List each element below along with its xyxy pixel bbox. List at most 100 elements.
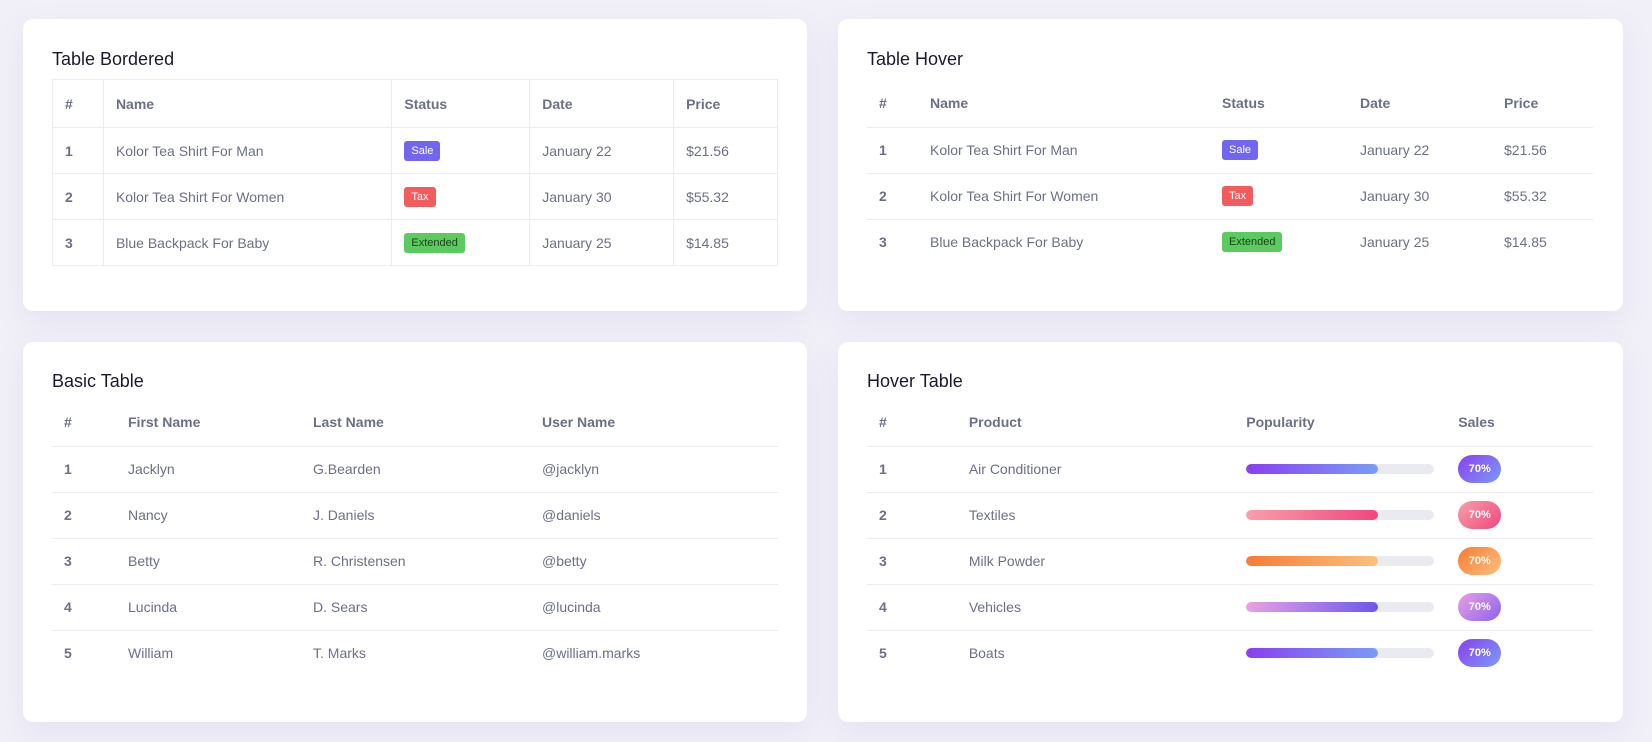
price-cell: $21.56 (673, 127, 778, 174)
table-row[interactable]: 2 Nancy J. Daniels @daniels (52, 491, 778, 538)
date-cell: January 25 (1348, 218, 1492, 265)
user-name: @william.marks (530, 629, 778, 676)
column-header: Sales (1458, 413, 1495, 430)
product-name: Blue Backpack For Baby (102, 219, 393, 266)
sales-badge: 70% (1458, 593, 1502, 621)
price-cell: $55.32 (1492, 172, 1593, 219)
sales-cell: 70% (1446, 537, 1593, 584)
product-name: Vehicles (956, 583, 1235, 630)
user-name: @daniels (530, 491, 778, 538)
table-row[interactable]: 3 Blue Backpack For Baby Extended Januar… (867, 218, 1593, 265)
column-header: # (64, 413, 72, 430)
table-header-row: # Name Status Date Price (52, 79, 778, 128)
status-badge: Extended (1222, 232, 1283, 253)
row-index: 3 (52, 219, 104, 266)
popularity-bar (1246, 648, 1435, 659)
popularity-bar-fill (1246, 602, 1378, 612)
popularity-bar (1246, 510, 1435, 520)
column-header: Date (1360, 94, 1391, 111)
popularity-bar (1246, 464, 1435, 474)
row-index: 4 (867, 583, 957, 630)
status-badge: Tax (1222, 186, 1254, 206)
table-row[interactable]: 1 Kolor Tea Shirt For Man Sale January 2… (52, 127, 778, 174)
table-row[interactable]: 2 Textiles 70% (867, 491, 1593, 538)
row-index: 1 (52, 445, 116, 492)
product-name: Kolor Tea Shirt For Women (102, 173, 393, 220)
status-cell: Extended (391, 219, 531, 266)
table-row[interactable]: 2 Kolor Tea Shirt For Women Tax January … (52, 173, 778, 220)
last-name: R. Christensen (301, 537, 530, 584)
table-row[interactable]: 1 Air Conditioner 70% (867, 445, 1593, 492)
table-row[interactable]: 5 Boats 70% (867, 629, 1593, 676)
card-title: Table Hover (867, 49, 964, 69)
row-index: 2 (52, 173, 104, 220)
product-name: Kolor Tea Shirt For Women (918, 172, 1210, 219)
row-index: 4 (52, 583, 116, 630)
row-index: 1 (867, 445, 957, 492)
column-header: # (879, 94, 887, 111)
product-name: Blue Backpack For Baby (918, 218, 1210, 265)
user-name: @lucinda (530, 583, 778, 630)
last-name: G.Bearden (301, 445, 530, 492)
popularity-cell (1234, 491, 1447, 538)
table-row[interactable]: 3 Blue Backpack For Baby Extended Januar… (52, 219, 778, 266)
date-cell: January 30 (529, 173, 675, 220)
status-badge: Sale (1222, 140, 1259, 160)
popularity-bar (1246, 602, 1435, 612)
table-row[interactable]: 1 Jacklyn G.Bearden @jacklyn (52, 445, 778, 492)
table-header-row: # Name Status Date Price (867, 79, 1593, 127)
user-name: @jacklyn (530, 445, 778, 492)
product-name: Air Conditioner (956, 445, 1235, 492)
sales-cell: 70% (1446, 629, 1593, 676)
column-header: # (52, 79, 104, 128)
row-index: 1 (867, 126, 918, 173)
column-header: Last Name (313, 413, 384, 430)
row-index: 2 (867, 172, 918, 219)
column-header: Price (1504, 94, 1539, 111)
status-cell: Tax (1210, 172, 1348, 219)
table-bordered-card: Table Bordered # Name Status Date Price … (23, 19, 807, 311)
sales-badge: 70% (1458, 639, 1502, 668)
price-cell: $55.32 (673, 173, 778, 220)
date-cell: January 30 (1348, 172, 1492, 219)
column-header: Product (968, 413, 1022, 430)
table-row[interactable]: 3 Betty R. Christensen @betty (52, 537, 778, 584)
row-index: 3 (52, 537, 116, 584)
column-header: User Name (542, 413, 616, 430)
last-name: D. Sears (301, 583, 530, 630)
table-row[interactable]: 1 Kolor Tea Shirt For Man Sale January 2… (867, 126, 1593, 173)
date-cell: January 22 (1348, 126, 1492, 173)
table-row[interactable]: 2 Kolor Tea Shirt For Women Tax January … (867, 172, 1593, 219)
column-header: Status (391, 79, 531, 128)
basic-table: # First Name Last Name User Name 1 Jackl… (52, 398, 778, 676)
popularity-bar-fill (1246, 464, 1378, 474)
column-header: Price (673, 79, 778, 128)
hover-table-card: Hover Table # Product Popularity Sales 1… (838, 342, 1623, 722)
date-cell: January 25 (529, 219, 675, 266)
price-cell: $21.56 (1492, 126, 1593, 173)
popularity-cell (1234, 537, 1447, 584)
table-row[interactable]: 5 William T. Marks @william.marks (52, 629, 778, 676)
status-badge: Extended (404, 232, 465, 253)
status-cell: Sale (1210, 126, 1348, 173)
table-header-row: # Product Popularity Sales (867, 398, 1593, 446)
column-header: First Name (128, 413, 201, 430)
table-row[interactable]: 4 Lucinda D. Sears @lucinda (52, 583, 778, 630)
table-row[interactable]: 3 Milk Powder 70% (867, 537, 1593, 584)
first-name: Nancy (116, 491, 301, 538)
sales-cell: 70% (1446, 491, 1593, 538)
popularity-bar-fill (1246, 556, 1378, 566)
product-name: Textiles (956, 491, 1235, 538)
row-index: 5 (867, 629, 957, 676)
status-badge: Tax (404, 186, 436, 207)
column-header: Date (529, 79, 675, 128)
last-name: T. Marks (301, 629, 530, 676)
price-cell: $14.85 (673, 219, 778, 266)
sales-badge: 70% (1458, 501, 1502, 529)
status-badge: Sale (404, 140, 441, 161)
first-name: Betty (116, 537, 301, 584)
popularity-bar (1246, 556, 1435, 566)
popularity-bar-fill (1246, 510, 1378, 520)
popularity-cell (1234, 445, 1447, 492)
table-row[interactable]: 4 Vehicles 70% (867, 583, 1593, 630)
